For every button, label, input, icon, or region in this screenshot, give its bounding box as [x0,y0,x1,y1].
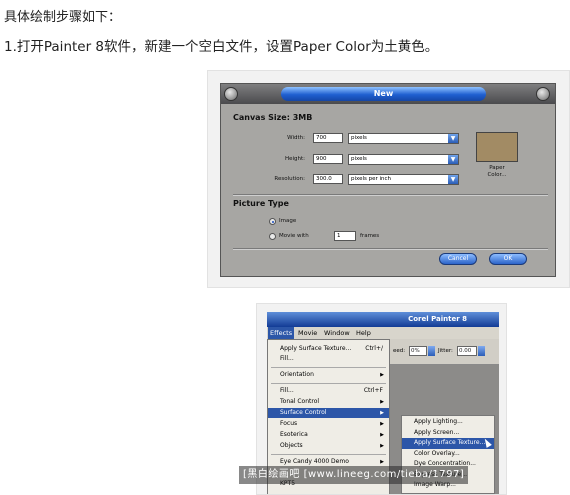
chevron-down-icon: ▼ [448,175,458,184]
height-label: Height: [284,156,305,162]
menu-item-orientation[interactable]: Orientation ▶ [268,370,389,380]
new-dialog: New Canvas Size: 3MB Width: 700 pixels ▼… [220,83,556,277]
frames-label: frames [360,233,380,239]
close-icon[interactable] [536,87,550,101]
watermark: [黑白绘画吧 [www.lineeg.com/tieba/1797] [239,466,469,484]
new-dialog-screenshot: New Canvas Size: 3MB Width: 700 pixels ▼… [207,70,570,288]
resolution-label: Resolution: [274,176,305,182]
submenu-item-apply-screen[interactable]: Apply Screen... [402,428,494,439]
menu-movie[interactable]: Movie [296,327,319,339]
ok-button[interactable]: OK [489,253,527,265]
dialog-titlebar: New [221,84,555,104]
movie-radio[interactable] [269,233,276,240]
movie-frames-input[interactable]: 1 [334,231,356,241]
submenu-item-apply-surface-texture[interactable]: Apply Surface Texture... [402,438,494,449]
dialog-title: New [281,87,486,101]
width-unit-value: pixels [351,135,367,141]
jitter-label: Jitter: [438,348,453,354]
menu-item-label: Fill... [280,387,294,394]
menu-separator [271,454,386,455]
feed-input[interactable]: 0% [409,346,427,356]
menu-effects[interactable]: Effects [268,327,295,339]
menu-item-label: Objects [280,442,303,449]
image-label: Image [279,218,297,224]
chevron-right-icon: ▶ [380,372,384,378]
menu-item-shortcut: Ctrl+/ [365,345,383,352]
resolution-unit-select[interactable]: pixels per inch ▼ [348,174,459,185]
menu-item-label: Orientation [280,371,314,378]
feed-stepper[interactable] [428,346,435,356]
width-label: Width: [287,135,305,141]
picture-type-heading: Picture Type [233,199,289,208]
menu-item-esoterica[interactable]: Esoterica ▶ [268,430,389,440]
jitter-input[interactable]: 0.00 [457,346,477,356]
menu-item-label: Eye Candy 4000 Demo [280,458,349,465]
menu-window[interactable]: Window [322,327,352,339]
menu-item-fill[interactable]: Fill... [268,354,389,364]
submenu-item-apply-lighting[interactable]: Apply Lighting... [402,417,494,428]
menu-item-shortcut: Ctrl+F [363,387,383,394]
divider [233,194,548,196]
paper-color-label: Paper Color... [487,165,507,178]
intro-text: 具体绘制步骤如下： [4,10,122,25]
canvas-size-heading: Canvas Size: 3MB [233,113,313,122]
menu-item-label: Apply Surface Texture... [280,345,352,352]
app-titlebar: Corel Painter 8 [267,312,499,327]
chevron-right-icon: ▶ [380,399,384,405]
menu-item-focus[interactable]: Focus ▶ [268,419,389,429]
feed-label: eed: [393,348,406,354]
height-unit-value: pixels [351,156,367,162]
resolution-unit-value: pixels per inch [351,176,392,182]
height-unit-select[interactable]: pixels ▼ [348,154,459,165]
menu-help[interactable]: Help [354,327,373,339]
width-unit-select[interactable]: pixels ▼ [348,133,459,144]
menu-item-tonal-control[interactable]: Tonal Control ▶ [268,397,389,407]
submenu-item-color-overlay[interactable]: Color Overlay... [402,449,494,460]
menu-item-apply-surface-texture[interactable]: Apply Surface Texture... Ctrl+/ [268,344,389,354]
height-input[interactable]: 900 [313,154,343,164]
menu-item-label: Tonal Control [280,398,320,405]
menu-item-surface-control[interactable]: Surface Control ▶ [268,408,389,418]
chevron-down-icon: ▼ [448,155,458,164]
chevron-right-icon: ▶ [380,443,384,449]
step-1-text: 1.打开Painter 8软件，新建一个空白文件，设置Paper Color为土… [4,39,439,55]
menu-item-fill-2[interactable]: Fill... Ctrl+F [268,386,389,396]
menu-separator [271,383,386,384]
resolution-input[interactable]: 300.0 [313,174,343,184]
image-radio[interactable] [269,218,276,225]
menubar: Effects Movie Window Help [267,327,499,339]
menu-item-label: Focus [280,420,298,427]
chevron-down-icon: ▼ [448,134,458,143]
divider [233,248,548,250]
movie-label: Movie with [279,233,309,239]
paper-color-swatch[interactable] [476,132,518,162]
chevron-right-icon: ▶ [380,410,384,416]
menu-item-label: Fill... [280,355,294,362]
chevron-right-icon: ▶ [380,432,384,438]
menu-separator [271,367,386,368]
menu-item-label: Esoterica [280,431,308,438]
menu-item-objects[interactable]: Objects ▶ [268,441,389,451]
cancel-button[interactable]: Cancel [439,253,477,265]
jitter-stepper[interactable] [478,346,485,356]
chevron-right-icon: ▶ [380,421,384,427]
width-input[interactable]: 700 [313,133,343,143]
app-title: Corel Painter 8 [408,315,467,323]
menu-item-label: Surface Control [280,409,327,416]
window-menu-icon[interactable] [224,87,238,101]
